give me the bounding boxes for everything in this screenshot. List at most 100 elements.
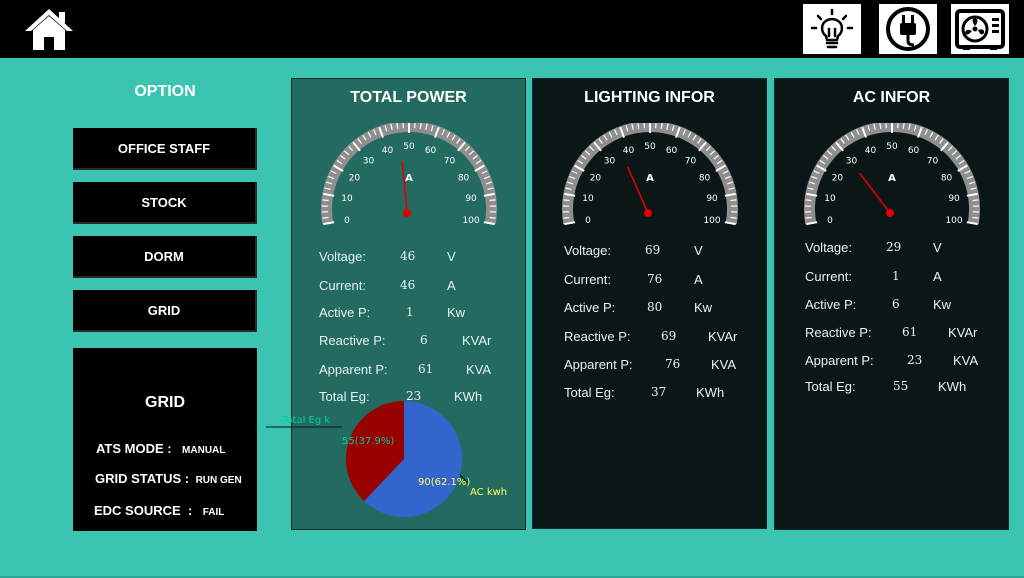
gauge-tick-label: 100 [462,216,479,226]
dorm-button[interactable]: DORM [73,236,257,278]
gauge-tick [805,216,812,219]
grid-button[interactable]: GRID [73,290,257,332]
grid-status-row: GRID STATUS : RUN GEN [95,470,242,488]
lightbulb-icon[interactable] [803,4,861,54]
grid-status-box: GRID ATS MODE : MANUAL GRID STATUS : RUN… [73,348,257,531]
gauge-needle [626,166,649,214]
current-gauge: 0 10 20 30 40 50 60 70 80 90 100 A [775,123,1010,233]
gauge-tick [730,216,737,219]
gauge-tick-label: 40 [382,146,394,156]
gauge-tick-label: 30 [363,157,375,167]
pie-slice-label: 90(62.1%) [418,477,470,488]
reading-label: Voltage: [319,249,366,264]
gauge-tick-label: 30 [604,157,616,167]
gauge-tick [489,216,496,219]
top-bar [0,0,1024,58]
edc-source-value: FAIL [202,507,225,518]
reading-unit: A [694,272,703,287]
reading-row: Apparent P: 76 KVA [533,357,768,377]
home-icon[interactable] [22,6,76,52]
reading-label: Apparent P: [564,357,633,372]
grid-status-label: GRID STATUS : [95,471,190,486]
gauge-tick-label: 60 [908,146,920,156]
gauge-needle [401,161,408,214]
reading-row: Voltage: 69 V [533,243,768,263]
stock-button[interactable]: STOCK [73,182,257,224]
reading-value: 29 [886,240,902,254]
gauge-needle [859,172,891,214]
current-gauge: 0 10 20 30 40 50 60 70 80 90 100 A [292,123,527,233]
ats-mode-label: ATS MODE : [96,441,172,456]
gauge-tick [489,199,496,202]
reading-row: Active P: 1 Kw [292,305,527,325]
gauge-tick [637,123,640,129]
reading-row: Reactive P: 6 KVAr [292,333,527,353]
current-gauge: 0 10 20 30 40 50 60 70 80 90 100 A [533,123,768,233]
gauge-tick-label: 100 [703,216,720,226]
gauge-tick-label: 0 [827,216,833,226]
reading-unit: KVA [953,353,979,368]
gauge-tick-label: 80 [699,174,711,184]
office-staff-button[interactable]: OFFICE STAFF [73,128,257,170]
gauge-tick-label: 40 [623,146,635,156]
reading-label: Current: [319,278,366,293]
gauge-tick [805,199,812,202]
gauge-unit: A [888,173,896,184]
gauge-tick-label: 70 [685,157,697,167]
edc-source-row: EDC SOURCE : FAIL [94,502,224,520]
reading-row: Current: 1 A [775,269,1010,289]
air-conditioner-icon[interactable] [951,4,1009,54]
reading-row: Active P: 6 Kw [775,297,1010,317]
gauge-svg: 010203040 50 60708090100A [320,123,497,226]
gauge-tick [419,123,422,129]
reading-value: 61 [902,325,918,339]
gauge-tick-label: 90 [948,194,960,204]
panel-title: TOTAL POWER [350,89,467,106]
reading-unit: A [447,278,456,293]
gauge-tick [972,216,979,219]
reading-row: Apparent P: 61 KVA [292,362,527,382]
gauge-tick-label: 90 [706,194,718,204]
gauge-tick-label: 10 [582,194,594,204]
reading-value: 1 [406,305,414,319]
reading-unit: KVA [711,357,737,372]
gauge-tick [396,123,399,129]
gauge-tick [660,123,663,129]
reading-label: Reactive P: [564,329,631,344]
reading-value: 23 [907,353,923,367]
reading-value: 61 [418,362,434,376]
power-plug-icon[interactable] [879,4,937,54]
reading-row: Current: 76 A [533,272,768,292]
reading-value: 69 [645,243,661,257]
gauge-tick-label: 100 [945,216,962,226]
gauge-tick-label: 10 [824,194,836,204]
reading-unit: V [694,243,703,258]
gauge-hub [886,209,894,217]
gauge-svg: 010203040 50 60708090100A [561,123,738,226]
reading-value: 80 [647,300,663,314]
reading-label: Reactive P: [805,325,872,340]
reading-label: Total Eg: [564,385,615,400]
reading-unit: V [447,249,456,264]
reading-value: 46 [400,278,416,292]
panel-title: AC INFOR [852,89,931,106]
energy-pie-chart: 55(37.9%) 90(62.1%) Total Eg k AC kwh [266,401,527,531]
gauge-tick-label: 20 [349,174,361,184]
pie-series-name: Total Eg k [281,415,330,426]
gauge-tick-label: 90 [465,194,477,204]
reading-value: 69 [661,329,677,343]
reading-row: Total Eg: 37 KWh [533,385,768,405]
gauge-tick-label: 0 [585,216,591,226]
ats-mode-value: MANUAL [182,445,226,456]
gauge-tick-label: 50 [644,142,656,152]
reading-unit: KVAr [948,325,978,340]
gauge-tick [972,199,979,202]
pie-series-name: AC kwh [470,487,507,498]
reading-unit: Kw [694,300,713,315]
reading-row: Current: 46 A [292,278,527,298]
reading-unit: Kw [933,297,952,312]
reading-row: Voltage: 29 V [775,240,1010,260]
reading-label: Current: [564,272,611,287]
gauge-tick [730,199,737,202]
reading-value: 46 [400,249,416,263]
